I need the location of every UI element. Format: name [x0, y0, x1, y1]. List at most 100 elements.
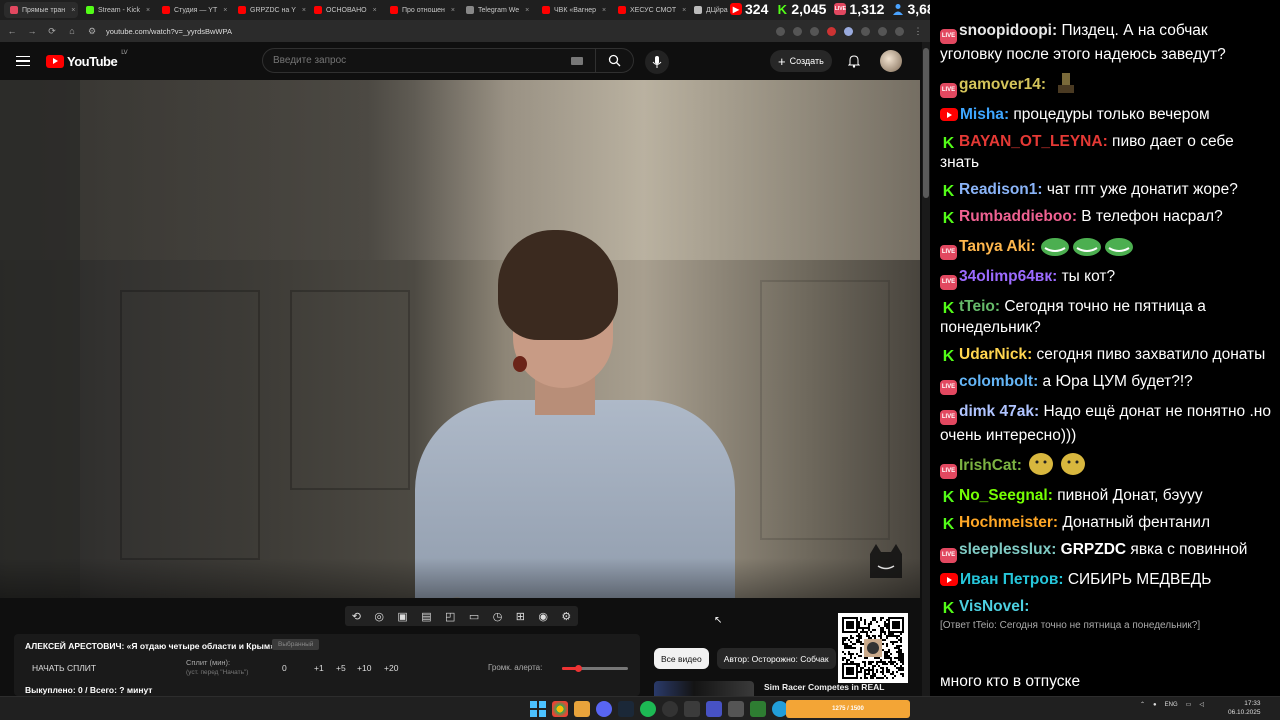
- more-icon[interactable]: ⋮: [912, 26, 924, 37]
- windows-start-icon[interactable]: [530, 701, 546, 717]
- close-tab-icon[interactable]: ×: [682, 7, 686, 14]
- youtube-logo[interactable]: YouTube LV: [46, 50, 128, 69]
- app-icon[interactable]: [706, 701, 722, 717]
- app-icon[interactable]: [728, 701, 744, 717]
- back-icon[interactable]: ←: [6, 26, 18, 36]
- miniplayer-icon[interactable]: ▭: [469, 610, 479, 623]
- forward-icon[interactable]: →: [26, 26, 38, 36]
- profile-icon[interactable]: [895, 26, 904, 36]
- pip-icon[interactable]: ⊞: [516, 610, 525, 623]
- close-tab-icon[interactable]: ×: [223, 7, 227, 14]
- chip-all-videos[interactable]: Все видео: [654, 648, 709, 669]
- notifications-bell-icon[interactable]: [847, 54, 861, 73]
- chat-username[interactable]: tTeio: [959, 298, 995, 315]
- create-button[interactable]: + Создать: [770, 50, 832, 72]
- extension-icon[interactable]: [861, 26, 870, 36]
- browser-tab[interactable]: ХЕСУС СМОТ ×: [612, 2, 686, 18]
- browser-tab[interactable]: Telegram We ×: [460, 2, 534, 18]
- close-tab-icon[interactable]: ×: [451, 7, 455, 14]
- voice-search-button[interactable]: [645, 50, 669, 74]
- chat-username[interactable]: VisNovel: [959, 598, 1024, 615]
- speed-icon[interactable]: ◷: [493, 610, 503, 623]
- discord-icon[interactable]: [596, 701, 612, 717]
- keyboard-icon[interactable]: [571, 56, 583, 65]
- file-explorer-icon[interactable]: [574, 701, 590, 717]
- network-icon[interactable]: ▭: [1186, 701, 1192, 708]
- frame-icon[interactable]: ◰: [445, 610, 455, 623]
- chat-username[interactable]: 34olimp64вк: [959, 268, 1052, 285]
- browser-tab[interactable]: Про отношен ×: [384, 2, 458, 18]
- screenshot-icon[interactable]: ▣: [397, 610, 407, 623]
- reload-icon[interactable]: ⟳: [46, 26, 58, 37]
- chat-username[interactable]: Readison1: [959, 181, 1037, 198]
- chat-username[interactable]: snoopidoopi: [959, 22, 1052, 39]
- url-field[interactable]: youtube.com/watch?v=_yyrdsBwWPA: [106, 27, 768, 36]
- chrome-icon[interactable]: [552, 701, 568, 717]
- home-icon[interactable]: ⌂: [66, 26, 78, 36]
- obs-icon[interactable]: [662, 701, 678, 717]
- chat-username[interactable]: sleeplesslux: [959, 541, 1051, 558]
- clip-icon[interactable]: ▤: [421, 610, 431, 623]
- close-tab-icon[interactable]: ×: [71, 7, 75, 14]
- broadcast-icon[interactable]: ◎: [374, 610, 384, 623]
- chat-username[interactable]: BAYAN_OT_LEYNA: [959, 133, 1103, 150]
- site-info-icon[interactable]: ⚙: [86, 26, 98, 37]
- add-1-button[interactable]: +1: [314, 663, 324, 673]
- browser-tab[interactable]: ОСНОВАНО ×: [308, 2, 382, 18]
- video-player[interactable]: [0, 80, 920, 598]
- page-scrollbar[interactable]: [922, 42, 930, 696]
- chat-username[interactable]: IrishCat: [959, 457, 1017, 474]
- alert-volume-slider[interactable]: [562, 665, 628, 672]
- download-icon[interactable]: [878, 26, 887, 36]
- app-icon[interactable]: [684, 701, 700, 717]
- browser-tab[interactable]: ЧВК «Вагнер ×: [536, 2, 610, 18]
- recommended-video[interactable]: Sim Racer Competes in REAL: [654, 681, 904, 696]
- steam-icon[interactable]: [618, 701, 634, 717]
- chat-username[interactable]: Tanya Aki: [959, 238, 1031, 255]
- close-tab-icon[interactable]: ×: [525, 7, 529, 14]
- chat-username[interactable]: Hochmeister: [959, 514, 1053, 531]
- chevron-up-icon[interactable]: ⌃: [1140, 701, 1145, 708]
- recommended-video-title[interactable]: Sim Racer Competes in REAL: [764, 681, 884, 696]
- camera-icon[interactable]: ◉: [538, 610, 548, 623]
- extension-icon[interactable]: [827, 26, 836, 36]
- chip-author[interactable]: Автор: Осторожно: Собчак: [716, 648, 836, 669]
- browser-tab[interactable]: Stream - Kick ×: [80, 2, 154, 18]
- star-icon[interactable]: [810, 26, 819, 36]
- add-10-button[interactable]: +10: [357, 663, 371, 673]
- extension-icon[interactable]: [844, 26, 853, 36]
- volume-icon[interactable]: ◁: [1199, 701, 1204, 708]
- browser-tab[interactable]: Студия — YT ×: [156, 2, 230, 18]
- settings-gear-icon[interactable]: ⚙: [561, 610, 571, 623]
- app-icon[interactable]: [750, 701, 766, 717]
- account-avatar[interactable]: [880, 50, 902, 72]
- hamburger-menu-icon[interactable]: [16, 55, 30, 67]
- spotify-icon[interactable]: [640, 701, 656, 717]
- add-20-button[interactable]: +20: [384, 663, 398, 673]
- browser-tab[interactable]: Прямые тран ×: [4, 2, 78, 18]
- loop-icon[interactable]: ⟲: [352, 610, 361, 623]
- chat-username[interactable]: No_Seegnal: [959, 487, 1048, 504]
- microphone-icon[interactable]: ●: [1153, 702, 1157, 708]
- system-clock[interactable]: 17:33 06.10.2025: [1228, 699, 1261, 717]
- chat-username[interactable]: dimk 47ak: [959, 403, 1034, 420]
- add-5-button[interactable]: +5: [336, 663, 346, 673]
- close-tab-icon[interactable]: ×: [373, 7, 377, 14]
- chat-username[interactable]: colombolt: [959, 373, 1033, 390]
- start-split-button[interactable]: НАЧАТЬ СПЛИТ: [32, 663, 96, 673]
- close-tab-icon[interactable]: ×: [602, 7, 606, 14]
- chat-username[interactable]: Misha: [960, 106, 1004, 123]
- language-indicator[interactable]: ENG: [1165, 702, 1178, 708]
- extension-icon[interactable]: [793, 26, 802, 36]
- chat-username[interactable]: gamover14: [959, 76, 1041, 93]
- chat-username[interactable]: Иван Петров: [960, 571, 1058, 588]
- close-tab-icon[interactable]: ×: [146, 7, 150, 14]
- chat-username[interactable]: UdarNick: [959, 346, 1027, 363]
- search-input[interactable]: [263, 55, 571, 66]
- chat-username[interactable]: Rumbaddieboo: [959, 208, 1072, 225]
- close-tab-icon[interactable]: ×: [302, 7, 306, 14]
- video-thumbnail[interactable]: [654, 681, 754, 696]
- browser-tab[interactable]: GRPZDC на Y ×: [232, 2, 306, 18]
- extension-icon[interactable]: [776, 26, 785, 36]
- search-button[interactable]: [595, 49, 633, 72]
